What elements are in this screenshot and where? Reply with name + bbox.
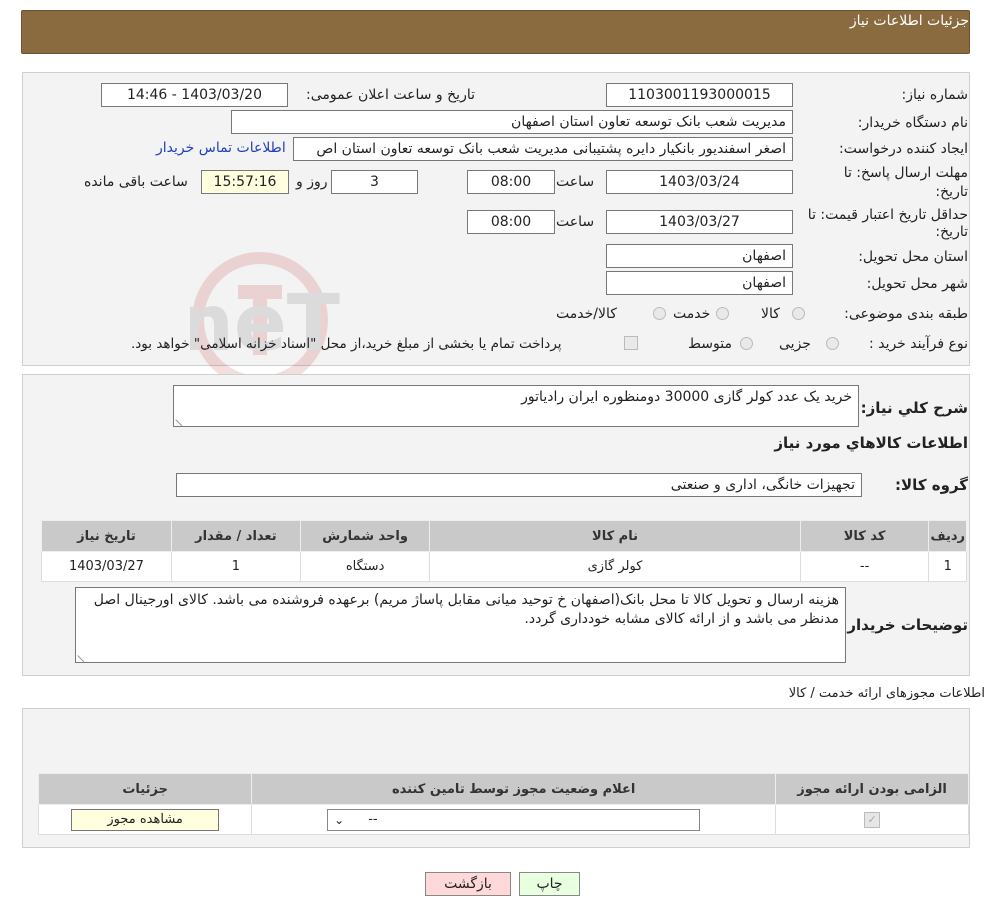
summary-label: شرح کلي نياز: bbox=[860, 399, 968, 417]
licenses-title: اطلاعات مجوزهای ارائه خدمت / کالا bbox=[788, 686, 985, 701]
goods-section-title: اطلاعات کالاهاي مورد نياز bbox=[774, 434, 968, 452]
creator-label: ایجاد کننده درخواست: bbox=[839, 141, 968, 157]
resize-grip-icon[interactable] bbox=[77, 648, 91, 663]
city-field: اصفهان bbox=[606, 271, 793, 295]
cell-row-number: 1 bbox=[928, 551, 967, 582]
process-radio-medium[interactable] bbox=[740, 337, 753, 350]
category-option-service: خدمت bbox=[673, 306, 711, 322]
cell-unit: دستگاه bbox=[299, 551, 431, 582]
deadline-date-field: 1403/03/24 bbox=[606, 170, 793, 194]
cell-goods-name: کولر گازی bbox=[429, 551, 801, 582]
province-label: استان محل تحویل: bbox=[858, 249, 968, 265]
chevron-down-icon: ⌄ bbox=[334, 812, 345, 827]
cell-goods-code: -- bbox=[799, 551, 930, 582]
col-unit: واحد شمارش bbox=[299, 520, 431, 552]
licenses-table-header: الزامی بودن ارائه مجوز اعلام وضعیت مجوز … bbox=[37, 773, 969, 805]
col-quantity: تعداد / مقدار bbox=[170, 520, 301, 552]
col-license-required: الزامی بودن ارائه مجوز bbox=[775, 773, 969, 805]
announce-label: تاریخ و ساعت اعلان عمومی: bbox=[306, 87, 475, 103]
cell-license-status: -- ⌄ bbox=[251, 804, 777, 835]
creator-field: اصغر اسفندیور بانکیار دایره پشتیبانی مدی… bbox=[293, 137, 793, 161]
category-radio-goods[interactable] bbox=[792, 307, 805, 320]
buyer-notes-textarea: هزینه ارسال و تحویل کالا تا محل بانک(اصف… bbox=[75, 587, 846, 663]
process-radio-minor[interactable] bbox=[826, 337, 839, 350]
payment-note: پرداخت تمام یا بخشی از مبلغ خرید،از محل … bbox=[131, 336, 562, 352]
resize-grip-icon[interactable] bbox=[175, 412, 189, 427]
process-label: نوع فرآیند خرید : bbox=[869, 336, 968, 352]
days-field: 3 bbox=[331, 170, 418, 194]
buyer-org-field: مدیریت شعب بانک توسعه تعاون استان اصفهان bbox=[231, 110, 793, 134]
process-option-minor: جزیی bbox=[779, 336, 811, 352]
col-license-details: جزئیات bbox=[37, 773, 253, 805]
buyer-contact-link[interactable]: اطلاعات تماس خریدار bbox=[156, 140, 286, 156]
announce-field: 1403/03/20 - 14:46 bbox=[101, 83, 288, 107]
summary-text: خرید یک عدد کولر گازی 30000 دومنظوره ایر… bbox=[521, 389, 852, 405]
category-radio-goods-service[interactable] bbox=[653, 307, 666, 320]
col-goods-name: نام کالا bbox=[429, 520, 801, 552]
remaining-time-field: 15:57:16 bbox=[201, 170, 289, 194]
table-row: 1 -- کولر گازی دستگاه 1 1403/03/27 bbox=[41, 551, 967, 582]
cell-license-required: ✓ bbox=[775, 804, 969, 835]
goods-group-label: گروه کالا: bbox=[895, 476, 968, 494]
remaining-label: ساعت باقی مانده bbox=[84, 174, 188, 190]
city-label: شهر محل تحویل: bbox=[866, 276, 968, 292]
validity-label: حداقل تاریخ اعتبار قیمت: تا bbox=[807, 207, 968, 223]
deadline-label: مهلت ارسال پاسخ: تا bbox=[843, 165, 968, 181]
col-row-number: ردیف bbox=[928, 520, 967, 552]
deadline-time-label: ساعت bbox=[556, 174, 595, 190]
license-status-select[interactable]: -- ⌄ bbox=[327, 808, 701, 831]
category-label: طبقه بندی موضوعی: bbox=[844, 306, 968, 322]
goods-table: ردیف کد کالا نام کالا واحد شمارش تعداد /… bbox=[41, 520, 967, 582]
days-label: روز و bbox=[296, 174, 328, 190]
cell-license-details: مشاهده مجوز bbox=[37, 804, 253, 835]
goods-table-header: ردیف کد کالا نام کالا واحد شمارش تعداد /… bbox=[41, 520, 967, 552]
validity-label-date: تاریخ: bbox=[935, 224, 968, 240]
page-title: جزئیات اطلاعات نیاز bbox=[849, 13, 969, 29]
category-radio-service[interactable] bbox=[716, 307, 729, 320]
treasury-checkbox[interactable] bbox=[624, 336, 638, 350]
deadline-time-field: 08:00 bbox=[467, 170, 555, 194]
col-license-status: اعلام وضعیت مجوز توسط تامین کننده bbox=[251, 773, 777, 805]
print-button[interactable]: چاپ bbox=[519, 872, 580, 896]
category-option-goods-service: کالا/خدمت bbox=[556, 306, 617, 322]
goods-group-field: تجهیزات خانگی، اداری و صنعتی bbox=[176, 473, 862, 497]
table-row: ✓ -- ⌄ مشاهده مجوز bbox=[37, 804, 969, 835]
summary-textarea: خرید یک عدد کولر گازی 30000 دومنظوره ایر… bbox=[173, 385, 859, 427]
col-goods-code: کد کالا bbox=[799, 520, 930, 552]
back-button[interactable]: بازگشت bbox=[425, 872, 511, 896]
required-checkbox[interactable]: ✓ bbox=[864, 811, 881, 828]
province-field: اصفهان bbox=[606, 244, 793, 268]
validity-time-field: 08:00 bbox=[467, 210, 555, 234]
cell-quantity: 1 bbox=[170, 551, 301, 582]
page-header bbox=[21, 10, 970, 54]
process-option-medium: متوسط bbox=[688, 336, 732, 352]
cell-need-date: 1403/03/27 bbox=[41, 551, 172, 582]
buyer-org-label: نام دستگاه خریدار: bbox=[857, 115, 968, 131]
buyer-notes-text: هزینه ارسال و تحویل کالا تا محل بانک(اصف… bbox=[93, 592, 839, 627]
need-number-field: 1103001193000015 bbox=[606, 83, 793, 107]
view-license-button[interactable]: مشاهده مجوز bbox=[71, 808, 220, 831]
deadline-label-date: تاریخ: bbox=[935, 184, 968, 200]
licenses-table: الزامی بودن ارائه مجوز اعلام وضعیت مجوز … bbox=[37, 773, 969, 835]
validity-time-label: ساعت bbox=[556, 214, 595, 230]
col-need-date: تاریخ نیاز bbox=[41, 520, 172, 552]
need-number-label: شماره نیاز: bbox=[901, 87, 969, 103]
category-option-goods: کالا bbox=[761, 306, 780, 322]
validity-date-field: 1403/03/27 bbox=[606, 210, 793, 234]
buyer-notes-label: توضیحات خریدار: bbox=[841, 616, 968, 634]
license-status-value: -- bbox=[368, 811, 378, 827]
